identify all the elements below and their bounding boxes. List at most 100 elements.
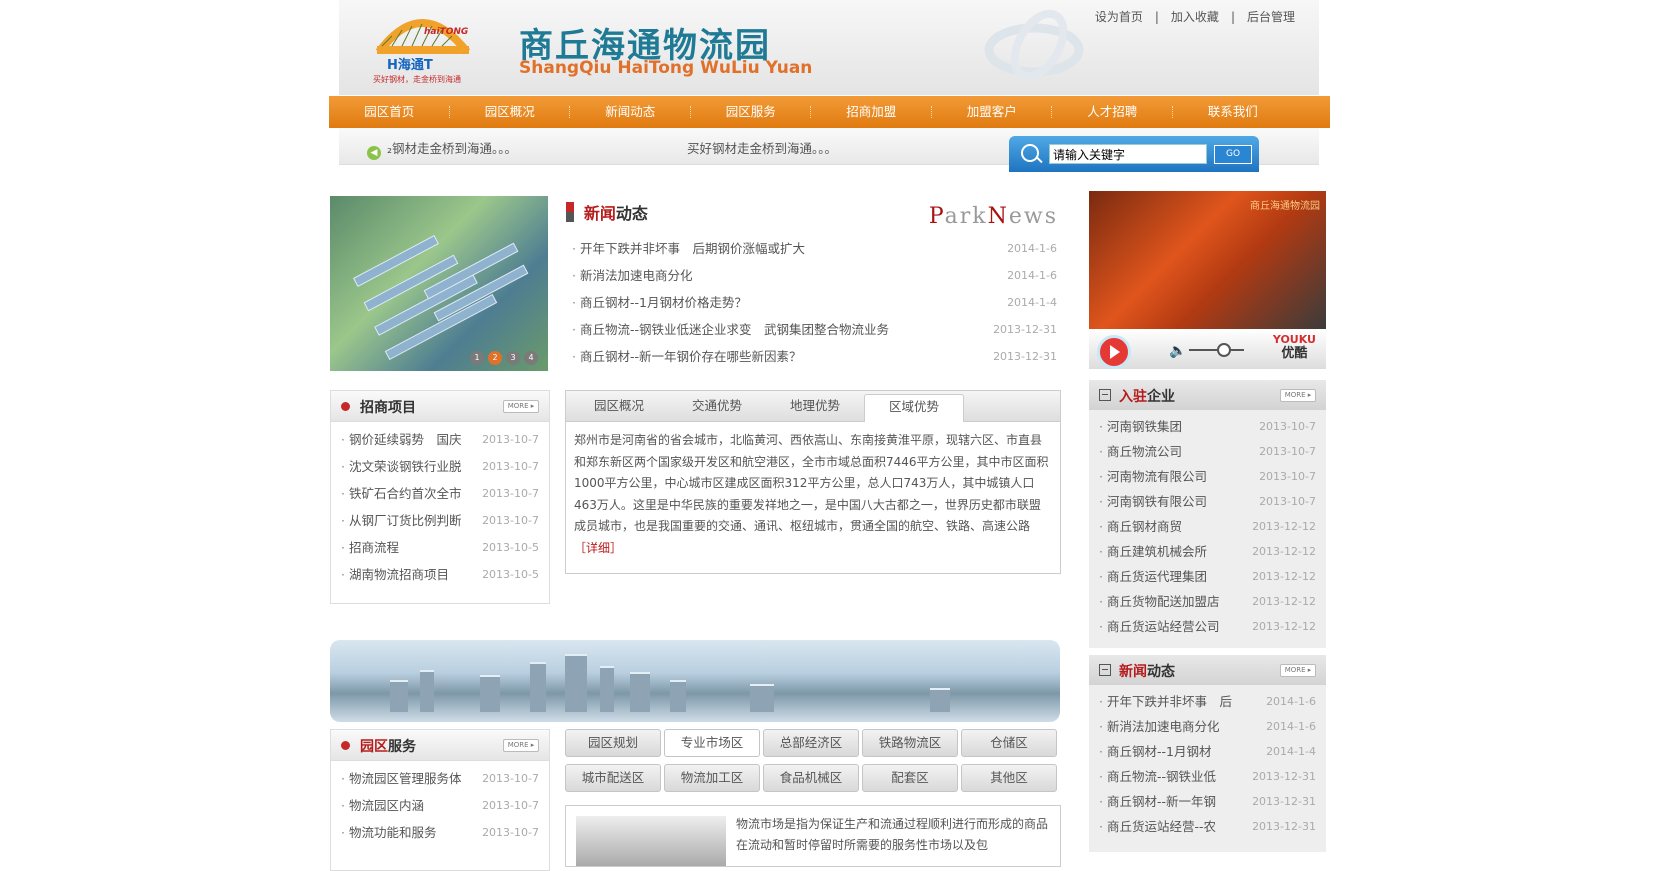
nav-investment[interactable]: 招商加盟 <box>811 96 932 128</box>
news-title: 新闻动态 <box>583 204 648 223</box>
parknews-label: ParkNews <box>928 204 1058 229</box>
right-news-header: 新闻动态 MORE ▸ <box>1089 655 1326 685</box>
list-item[interactable]: 物流园区管理服务体2013-10-7 <box>341 765 539 792</box>
site-header: haiTONG H海通T 买好钢材，走金桥到海通 商丘海通物流园 ShangQi… <box>339 0 1319 95</box>
investment-box-header: 招商项目 MORE ▸ <box>331 391 549 422</box>
tab-content: 郑州市是河南省的省会城市，北临黄河、西依嵩山、东南接黄淮平原，现辖六区、市直县和… <box>566 422 1060 567</box>
nav-home[interactable]: 园区首页 <box>329 96 450 128</box>
set-homepage-link[interactable]: 设为首页 <box>1095 10 1143 24</box>
list-item[interactable]: 新消法加速电商分化2014-1-6 <box>572 262 1057 289</box>
collapse-icon[interactable] <box>1099 664 1111 676</box>
list-item[interactable]: 物流功能和服务2013-10-7 <box>341 819 539 846</box>
separator: | <box>1230 10 1235 24</box>
list-item[interactable]: 开年下跌并非坏事 后期钢价涨幅或扩大2014-1-6 <box>572 235 1057 262</box>
list-item[interactable]: 商丘钢材--1月钢材价格走势？2014-1-4 <box>572 289 1057 316</box>
list-item[interactable]: 商丘货运站经营--农2013-12-31 <box>1099 814 1316 839</box>
detail-link[interactable]: ［详细］ <box>574 541 622 555</box>
tab-traffic[interactable]: 交通优势 <box>668 391 766 421</box>
add-favorite-link[interactable]: 加入收藏 <box>1171 10 1219 24</box>
slider-dots: 1 2 3 4 <box>470 351 538 365</box>
list-item[interactable]: 商丘物流--钢铁业低2013-12-31 <box>1099 764 1316 789</box>
zone-button[interactable]: 配套区 <box>862 764 958 792</box>
admin-link[interactable]: 后台管理 <box>1247 10 1295 24</box>
bullet-icon <box>341 741 350 750</box>
investment-box: 招商项目 MORE ▸ 钢价延续弱势 国庆2013-10-7 沈文荣谈钢铁行业脱… <box>330 390 550 604</box>
list-item[interactable]: 商丘货物配送加盟店2013-12-12 <box>1099 589 1316 614</box>
list-item[interactable]: 商丘钢材--1月钢材2014-1-4 <box>1099 739 1316 764</box>
list-item[interactable]: 商丘货运站经营公司2013-12-12 <box>1099 614 1316 639</box>
tab-overview[interactable]: 园区概况 <box>570 391 668 421</box>
companies-box: 入驻企业 MORE ▸ 河南钢铁集团2013-10-7 商丘物流公司2013-1… <box>1089 380 1326 648</box>
list-item[interactable]: 湖南物流招商项目2013-10-5 <box>341 561 539 588</box>
area-tabs-box: 园区概况 交通优势 地理优势 区域优势 郑州市是河南省的省会城市，北临黄河、西依… <box>565 390 1061 574</box>
list-item[interactable]: 物流园区内涵2013-10-7 <box>341 792 539 819</box>
investment-list: 钢价延续弱势 国庆2013-10-7 沈文荣谈钢铁行业脱2013-10-7 铁矿… <box>331 422 549 588</box>
list-item[interactable]: 从钢厂订货比例判断2013-10-7 <box>341 507 539 534</box>
marquee-text-2: 买好钢材走金桥到海通。。。 <box>687 141 838 156</box>
list-item[interactable]: 商丘钢材--新一年钢2013-12-31 <box>1099 789 1316 814</box>
more-button[interactable]: MORE ▸ <box>503 739 539 752</box>
service-list: 物流园区管理服务体2013-10-7 物流园区内涵2013-10-7 物流功能和… <box>331 761 549 846</box>
list-item[interactable]: 商丘建筑机械会所2013-12-12 <box>1099 539 1316 564</box>
tab-region[interactable]: 区域优势 <box>864 394 964 422</box>
more-button[interactable]: MORE ▸ <box>1280 389 1316 402</box>
collapse-icon[interactable] <box>1099 389 1111 401</box>
speaker-icon: ◀ <box>367 146 381 160</box>
nav-contact[interactable]: 联系我们 <box>1173 96 1294 128</box>
section-bar-icon <box>566 202 574 222</box>
service-box: 园区服务 MORE ▸ 物流园区管理服务体2013-10-7 物流园区内涵201… <box>330 729 550 871</box>
zone-button[interactable]: 食品机械区 <box>763 764 859 792</box>
list-item[interactable]: 商丘钢材商贸2013-12-12 <box>1099 514 1316 539</box>
park-aerial-photo[interactable]: 1 2 3 4 <box>330 196 548 371</box>
list-item[interactable]: 商丘钢材--新一年钢价存在哪些新因素？2013-12-31 <box>572 343 1057 370</box>
tab-geography[interactable]: 地理优势 <box>766 391 864 421</box>
zone-button[interactable]: 园区规划 <box>565 729 661 757</box>
svg-text:H海通T: H海通T <box>387 57 433 73</box>
more-button[interactable]: MORE ▸ <box>1280 664 1316 677</box>
companies-box-title: 入驻企业 <box>1099 386 1175 406</box>
zone-button[interactable]: 城市配送区 <box>565 764 661 792</box>
list-item[interactable]: 商丘物流公司2013-10-7 <box>1099 439 1316 464</box>
slider-dot[interactable]: 1 <box>470 351 484 365</box>
bullet-icon <box>341 402 350 411</box>
nav-jobs[interactable]: 人才招聘 <box>1052 96 1173 128</box>
market-photo <box>576 816 726 866</box>
list-item[interactable]: 商丘物流--钢铁业低迷企业求变 武钢集团整合物流业务2013-12-31 <box>572 316 1057 343</box>
play-icon[interactable] <box>1097 335 1131 369</box>
search-input[interactable] <box>1049 144 1207 164</box>
list-item[interactable]: 钢价延续弱势 国庆2013-10-7 <box>341 426 539 453</box>
list-item[interactable]: 沈文荣谈钢铁行业脱2013-10-7 <box>341 453 539 480</box>
more-button[interactable]: MORE ▸ <box>503 400 539 413</box>
volume-knob[interactable] <box>1217 343 1231 357</box>
list-item[interactable]: 河南钢铁集团2013-10-7 <box>1099 414 1316 439</box>
swirl-decoration <box>979 5 1089 90</box>
list-item[interactable]: 新消法加速电商分化2014-1-6 <box>1099 714 1316 739</box>
slider-dot[interactable]: 3 <box>506 351 520 365</box>
nav-services[interactable]: 园区服务 <box>691 96 812 128</box>
zone-button[interactable]: 其他区 <box>961 764 1057 792</box>
nav-news[interactable]: 新闻动态 <box>570 96 691 128</box>
slider-dot[interactable]: 2 <box>488 351 502 365</box>
zone-button[interactable]: 总部经济区 <box>763 729 859 757</box>
zone-button[interactable]: 专业市场区 <box>664 729 760 757</box>
slider-dot[interactable]: 4 <box>524 351 538 365</box>
zone-button[interactable]: 铁路物流区 <box>862 729 958 757</box>
zone-button[interactable]: 仓储区 <box>961 729 1057 757</box>
search-go-button[interactable]: GO <box>1214 145 1252 164</box>
list-item[interactable]: 河南钢铁有限公司2013-10-7 <box>1099 489 1316 514</box>
volume-icon[interactable]: 🔈 <box>1169 343 1186 359</box>
tab-content-text: 郑州市是河南省的省会城市，北临黄河、西依嵩山、东南接黄淮平原，现辖六区、市直县和… <box>574 433 1049 533</box>
companies-list: 河南钢铁集团2013-10-7 商丘物流公司2013-10-7 河南物流有限公司… <box>1089 410 1326 639</box>
logo[interactable]: haiTONG H海通T 买好钢材，走金桥到海通 <box>367 2 477 87</box>
intro-text: 物流市场是指为保证生产和流通过程顺利进行而形成的商品在流动和暂时停留时所需要的服… <box>736 817 1049 852</box>
nav-overview[interactable]: 园区概况 <box>450 96 571 128</box>
nav-partners[interactable]: 加盟客户 <box>932 96 1053 128</box>
list-item[interactable]: 招商流程2013-10-5 <box>341 534 539 561</box>
video-frame[interactable]: 商丘海通物流园 <box>1089 191 1326 329</box>
list-item[interactable]: 商丘货运代理集团2013-12-12 <box>1099 564 1316 589</box>
list-item[interactable]: 铁矿石合约首次全市2013-10-7 <box>341 480 539 507</box>
search-box: GO <box>1009 136 1259 172</box>
list-item[interactable]: 开年下跌并非坏事 后2014-1-6 <box>1099 689 1316 714</box>
zone-button[interactable]: 物流加工区 <box>664 764 760 792</box>
list-item[interactable]: 河南物流有限公司2013-10-7 <box>1099 464 1316 489</box>
